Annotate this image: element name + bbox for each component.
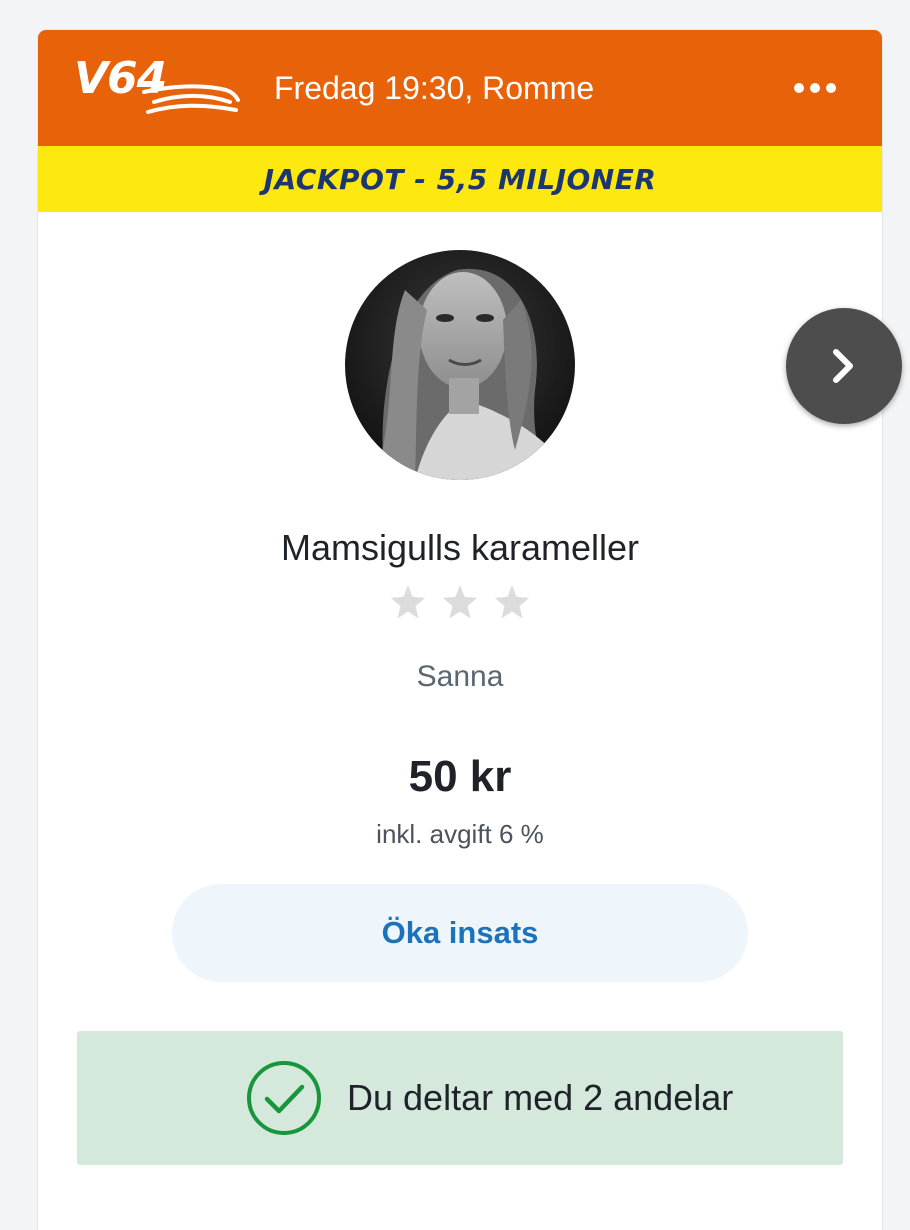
v64-logo: V64: [74, 54, 244, 120]
rating-stars: [38, 585, 882, 621]
jackpot-text: JACKPOT - 5,5 MILJONER: [263, 162, 657, 196]
more-options-button[interactable]: [780, 64, 850, 112]
game-header: V64 Fredag 19:30, Romme: [38, 30, 882, 146]
participation-status: Du deltar med 2 andelar: [77, 1031, 843, 1165]
star-icon: [442, 585, 478, 619]
increase-stake-button[interactable]: Öka insats: [172, 884, 748, 982]
host-name: Sanna: [416, 660, 504, 693]
team-card: V64 Fredag 19:30, Romme JACKPOT - 5,5 MI…: [38, 30, 882, 1230]
participation-text: Du deltar med 2 andelar: [347, 1077, 734, 1118]
chevron-right-icon: [833, 349, 853, 383]
more-horizontal-icon: [794, 83, 836, 93]
avatar: [345, 250, 575, 480]
next-team-button[interactable]: [786, 308, 902, 424]
star-icon: [494, 585, 530, 619]
star-icon: [390, 585, 426, 619]
avatar-image: [345, 250, 575, 480]
logo-swoosh-icon: [142, 84, 240, 114]
team-name: Mamsigulls karameller: [280, 527, 640, 568]
fee-note: inkl. avgift 6 %: [376, 819, 544, 849]
jackpot-banner: JACKPOT - 5,5 MILJONER: [38, 146, 882, 212]
race-title: Fredag 19:30, Romme: [274, 70, 595, 106]
share-price: 50 kr: [408, 752, 512, 801]
increase-stake-label: Öka insats: [381, 915, 539, 950]
check-circle-icon: [247, 1061, 321, 1135]
